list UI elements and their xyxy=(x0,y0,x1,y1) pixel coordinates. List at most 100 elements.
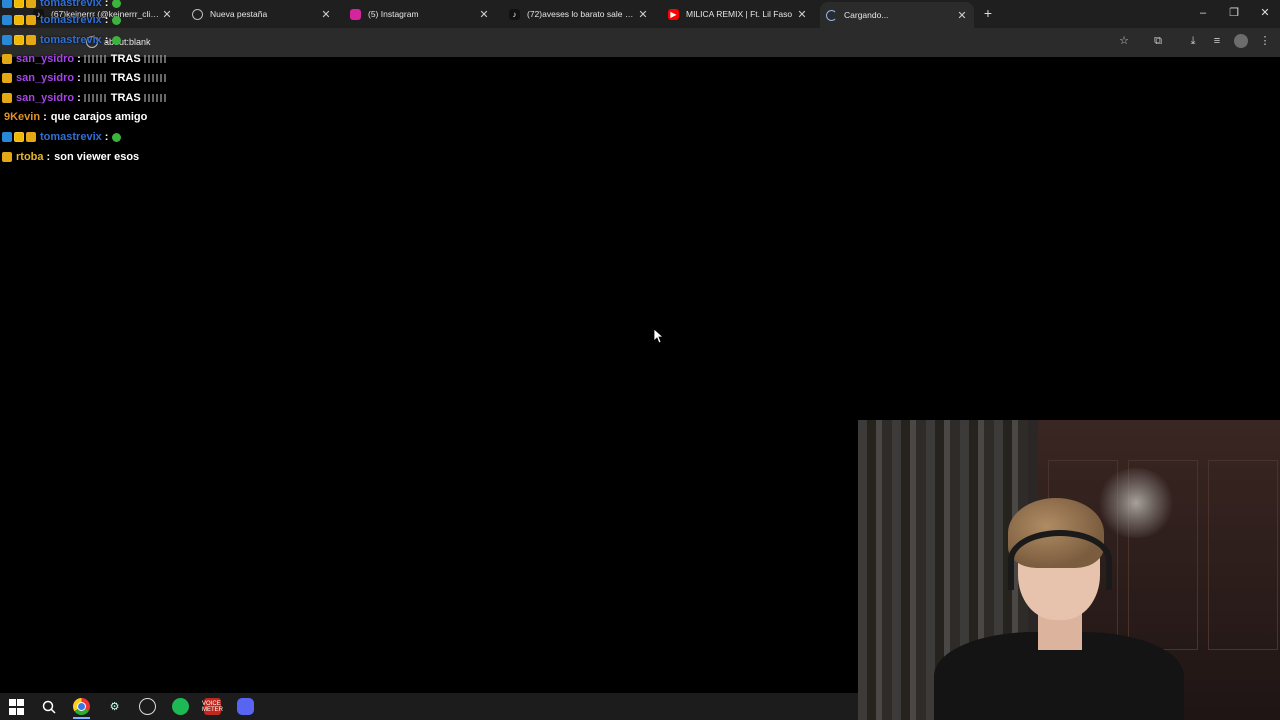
windows-start-icon[interactable] xyxy=(8,698,25,715)
chat-text: TRAS xyxy=(110,72,141,84)
search-icon[interactable] xyxy=(40,698,57,715)
youtube-icon: ▶ xyxy=(668,8,679,20)
restore-icon[interactable]: ❐ xyxy=(1226,5,1242,21)
chat-message: tomastrevix : xyxy=(2,11,122,29)
windows-taskbar: ⚙ VOICE METER xyxy=(0,693,858,720)
chat-separator: : xyxy=(104,0,109,9)
sub-badge-icon xyxy=(2,152,12,162)
chat-separator: : xyxy=(43,111,47,123)
close-tab-icon[interactable]: ✕ xyxy=(161,8,173,21)
chat-username: tomastrevix xyxy=(40,131,102,143)
tab-new-tab[interactable]: Nueva pestaña ✕ xyxy=(186,3,338,25)
close-tab-icon[interactable]: ✕ xyxy=(320,8,332,21)
vip-badge-icon xyxy=(14,0,24,8)
sub-badge-icon xyxy=(2,54,12,64)
chat-username: tomastrevix xyxy=(40,0,102,9)
steam-icon[interactable]: ⚙ xyxy=(106,698,123,715)
browser-tab-strip: ♪ (67)keinerrr (@keinerrr_clips) | T ✕ N… xyxy=(0,0,1280,28)
close-window-icon[interactable]: ✕ xyxy=(1257,5,1273,21)
chat-username: 9Kevin xyxy=(4,111,41,123)
chat-username: san_ysidro xyxy=(16,72,75,84)
mod-badge-icon xyxy=(2,15,12,25)
emote-icon xyxy=(112,35,122,45)
mod-badge-icon xyxy=(2,35,12,45)
sub-badge-icon xyxy=(26,0,36,8)
chat-username: tomastrevix xyxy=(40,34,102,46)
emote-icon xyxy=(112,15,122,25)
browser-toolbar: about:blank xyxy=(0,28,1280,57)
address-bar[interactable]: about:blank xyxy=(82,32,1142,53)
sub-badge-icon xyxy=(2,73,12,83)
screen: ♪ (67)keinerrr (@keinerrr_clips) | T ✕ N… xyxy=(0,0,1280,720)
chat-text: TRAS xyxy=(110,53,141,65)
close-tab-icon[interactable]: ✕ xyxy=(637,8,649,21)
chat-text: son viewer esos xyxy=(54,151,140,163)
close-tab-icon[interactable]: ✕ xyxy=(478,8,490,21)
chat-message: tomastrevix : xyxy=(2,128,122,146)
emote-icon xyxy=(143,94,168,102)
emote-icon xyxy=(83,74,108,82)
sub-badge-icon xyxy=(26,15,36,25)
sub-badge-icon xyxy=(26,35,36,45)
chat-message: 9Kevin : que carajos amigo xyxy=(2,108,147,126)
close-tab-icon[interactable]: ✕ xyxy=(956,9,968,22)
tab-title: (5) Instagram xyxy=(368,9,419,19)
tab-title: Nueva pestaña xyxy=(210,9,268,19)
download-icon[interactable]: ⤓ xyxy=(1186,34,1200,48)
instagram-icon xyxy=(350,8,361,20)
tab-youtube[interactable]: ▶ MILICA REMIX | Ft. Lil Faso ✕ xyxy=(662,3,814,25)
emote-icon xyxy=(112,132,122,142)
tab-title: (72)aveses lo barato sale caro xyxy=(527,9,637,19)
discord-icon[interactable] xyxy=(237,698,254,715)
chat-username: san_ysidro xyxy=(16,92,75,104)
webcam-overlay xyxy=(858,420,1280,720)
headset xyxy=(1008,530,1112,590)
chat-separator: : xyxy=(46,151,51,163)
emote-icon xyxy=(143,55,168,63)
obs-icon[interactable] xyxy=(139,698,156,715)
chat-text: TRAS xyxy=(110,92,141,104)
sub-badge-icon xyxy=(26,132,36,142)
emote-icon xyxy=(143,74,168,82)
voicemeeter-icon[interactable]: VOICE METER xyxy=(202,698,223,715)
vip-badge-icon xyxy=(14,15,24,25)
vip-badge-icon xyxy=(14,132,24,142)
chat-message: san_ysidro : TRAS xyxy=(2,50,171,68)
tiktok-icon: ♪ xyxy=(509,8,520,20)
chat-separator: : xyxy=(104,34,109,46)
chat-separator: : xyxy=(104,131,109,143)
chat-username: san_ysidro xyxy=(16,53,75,65)
chat-separator: : xyxy=(77,72,81,84)
chrome-icon[interactable] xyxy=(73,698,90,715)
tab-title: Cargando... xyxy=(844,10,889,20)
profile-avatar[interactable] xyxy=(1234,34,1248,48)
chat-message: tomastrevix : xyxy=(2,31,122,49)
emote-icon xyxy=(83,94,108,102)
chat-username: rtoba xyxy=(16,151,44,163)
spotify-icon[interactable] xyxy=(172,698,189,715)
tab-title: MILICA REMIX | Ft. Lil Faso xyxy=(686,9,793,19)
chat-separator: : xyxy=(77,92,81,104)
close-tab-icon[interactable]: ✕ xyxy=(796,8,808,21)
tab-instagram[interactable]: (5) Instagram ✕ xyxy=(344,3,496,25)
vip-badge-icon xyxy=(14,35,24,45)
mod-badge-icon xyxy=(2,0,12,8)
media-control-icon[interactable]: ≡ xyxy=(1210,34,1224,48)
globe-icon xyxy=(192,8,203,20)
chat-username: tomastrevix xyxy=(40,14,102,26)
tab-loading[interactable]: Cargando... ✕ xyxy=(820,2,974,28)
active-app-indicator xyxy=(73,717,90,719)
chat-message: san_ysidro : TRAS xyxy=(2,69,171,87)
chat-message: rtoba : son viewer esos xyxy=(2,148,139,166)
mod-badge-icon xyxy=(2,132,12,142)
more-menu-icon[interactable]: ⋮ xyxy=(1258,34,1272,48)
chat-separator: : xyxy=(104,14,109,26)
bookmark-star-icon[interactable]: ☆ xyxy=(1117,34,1131,48)
emote-icon xyxy=(83,55,108,63)
minimize-icon[interactable]: – xyxy=(1195,5,1211,21)
chat-separator: : xyxy=(77,53,81,65)
tab-tiktok-video[interactable]: ♪ (72)aveses lo barato sale caro ✕ xyxy=(503,3,655,25)
sub-badge-icon xyxy=(2,93,12,103)
extensions-icon[interactable]: ⧉ xyxy=(1151,34,1165,48)
new-tab-button[interactable]: + xyxy=(981,5,995,21)
